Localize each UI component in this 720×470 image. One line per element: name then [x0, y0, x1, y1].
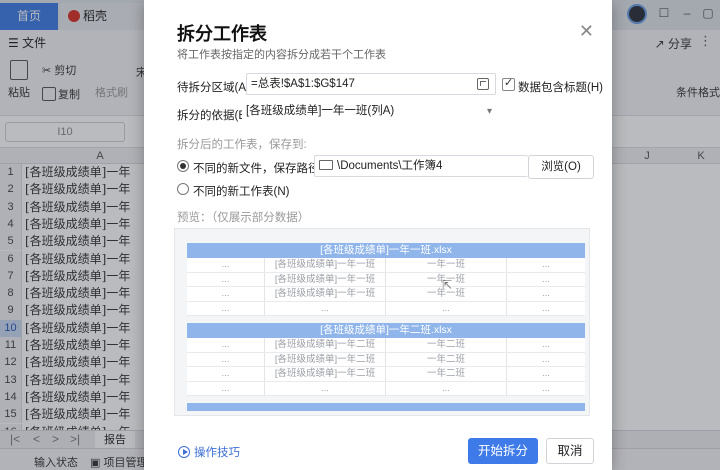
- header-checkbox-label[interactable]: 数据包含标题(H): [518, 79, 603, 95]
- preview-panel: [各班级成绩单]一年一班.xlsx ... [各班级成绩单]一年一班 一年一班...…: [174, 228, 590, 416]
- tips-link[interactable]: 操作技巧: [178, 444, 240, 460]
- radio-new-sheet-label[interactable]: 不同的新工作表(N): [193, 183, 289, 199]
- preview-cell: 一年二班: [386, 352, 507, 367]
- table-row: ... [各班级成绩单]一年一班 一年一班...: [187, 258, 585, 273]
- radio-new-sheet[interactable]: [177, 183, 189, 195]
- radio-new-file[interactable]: [177, 160, 189, 172]
- range-input[interactable]: =总表!$A$1:$G$147: [246, 73, 496, 95]
- preview-cell: ...: [542, 353, 550, 365]
- table-row: ... [各班级成绩单]一年二班 一年二班...: [187, 338, 585, 353]
- preview-cell: ...: [542, 259, 550, 270]
- preview-cell: [各班级成绩单]一年一班: [265, 258, 386, 272]
- preview-cell: ...: [187, 352, 265, 367]
- preview-cell: ...: [265, 381, 386, 396]
- preview-cell: [各班级成绩单]一年一班: [265, 272, 386, 287]
- preview-cell: ...: [187, 338, 265, 352]
- preview-cell: ...: [542, 368, 550, 379]
- preview-cell: ...: [542, 273, 550, 285]
- save-path-value: \Documents\工作簿4: [337, 160, 443, 172]
- preview-cell: ...: [187, 258, 265, 272]
- preview-cell: 一年二班: [386, 367, 507, 381]
- split-sheet-dialog: 拆分工作表 将工作表按指定的内容拆分成若干个工作表 ✕ 待拆分区域(A): =总…: [144, 0, 612, 470]
- range-value: =总表!$A$1:$G$147: [251, 78, 355, 90]
- preview-cell: ...: [187, 301, 265, 316]
- preview-cell: ...: [542, 302, 550, 314]
- save-section-label: 拆分后的工作表，保存到:: [177, 139, 307, 151]
- preview-cell: ...: [187, 381, 265, 396]
- basis-select[interactable]: [各班级成绩单]一年一班(列A) ▾: [242, 101, 498, 123]
- preview-cell: ...: [542, 288, 550, 299]
- dialog-title: 拆分工作表: [177, 24, 267, 44]
- preview-cell: ...: [187, 287, 265, 301]
- preview-file-2-title: [各班级成绩单]一年二班.xlsx: [187, 323, 585, 338]
- preview-label: 预览：（仅展示部分数据）: [177, 212, 310, 224]
- preview-cell: 一年一班: [386, 258, 507, 272]
- table-row: ... [各班级成绩单]一年二班 一年二班...: [187, 352, 585, 367]
- preview-file-3-header: [187, 403, 585, 411]
- cancel-button[interactable]: 取消: [546, 438, 594, 464]
- preview-cell: ...: [187, 272, 265, 287]
- preview-cell: ...: [187, 367, 265, 381]
- play-icon: [178, 446, 190, 458]
- preview-cell: ...: [265, 301, 386, 316]
- folder-icon: [319, 160, 333, 170]
- preview-cell: ...: [386, 301, 507, 316]
- chevron-down-icon: ▾: [486, 106, 492, 117]
- table-row: ... [各班级成绩单]一年二班 一年二班...: [187, 367, 585, 382]
- preview-cell: ...: [386, 381, 507, 396]
- dialog-subtitle: 将工作表按指定的内容拆分成若干个工作表: [177, 49, 386, 61]
- tips-label: 操作技巧: [194, 447, 240, 459]
- preview-file-2: [各班级成绩单]一年二班.xlsx ... [各班级成绩单]一年二班 一年二班...…: [187, 323, 585, 396]
- header-checkbox[interactable]: [502, 76, 515, 91]
- close-icon[interactable]: ✕: [579, 22, 594, 40]
- preview-file-1: [各班级成绩单]一年一班.xlsx ... [各班级成绩单]一年一班 一年一班...…: [187, 243, 585, 316]
- start-split-button[interactable]: 开始拆分: [468, 438, 538, 464]
- preview-cell: [各班级成绩单]一年二班: [265, 352, 386, 367]
- basis-value: [各班级成绩单]一年一班(列A): [246, 105, 395, 117]
- range-label: 待拆分区域(A):: [177, 82, 254, 94]
- preview-cell: [各班级成绩单]一年一班: [265, 287, 386, 301]
- preview-cell: [各班级成绩单]一年二班: [265, 367, 386, 381]
- preview-cell: ...: [542, 339, 550, 350]
- preview-cell: ...: [542, 382, 550, 394]
- range-picker-icon[interactable]: [477, 78, 489, 90]
- mouse-cursor-icon: ⇱: [442, 278, 453, 292]
- preview-cell: [各班级成绩单]一年二班: [265, 338, 386, 352]
- browse-button[interactable]: 浏览(O): [528, 155, 594, 179]
- save-path-input[interactable]: \Documents\工作簿4: [314, 155, 528, 177]
- preview-cell: 一年二班: [386, 338, 507, 352]
- table-row: ... [各班级成绩单]一年一班 一年一班...: [187, 287, 585, 302]
- preview-file-1-title: [各班级成绩单]一年一班.xlsx: [187, 243, 585, 258]
- table-row: ... [各班级成绩单]一年一班 一年一班...: [187, 272, 585, 287]
- table-row: ............: [187, 301, 585, 316]
- table-row: ............: [187, 381, 585, 396]
